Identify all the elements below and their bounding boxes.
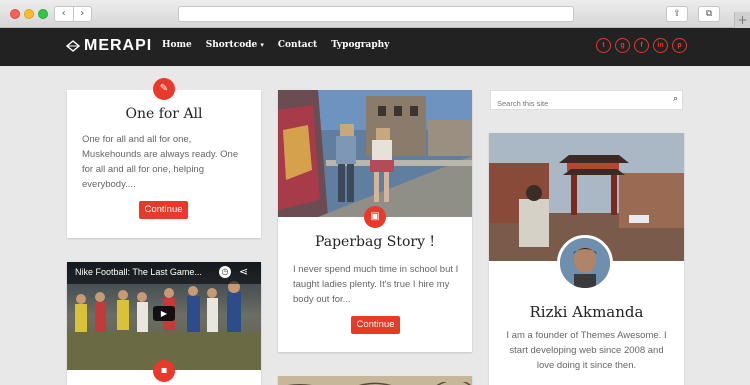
search-input[interactable] [491, 94, 661, 113]
history-nav: ‹ › [54, 6, 92, 22]
social-links: t g f in p [596, 38, 687, 53]
search-icon[interactable]: ⌕ [673, 94, 678, 104]
main-menu: Home Shortcode ▾ Contact Typography [162, 40, 389, 50]
facebook-icon[interactable]: f [634, 38, 649, 53]
post-excerpt: I never spend much time in school but I … [293, 264, 459, 305]
post-card-one-for-all: ✎ One for All One for all and all for on… [67, 78, 261, 238]
address-bar[interactable] [178, 6, 574, 22]
avatar[interactable] [557, 235, 613, 291]
caret-down-icon: ▾ [260, 40, 264, 49]
share-button[interactable]: ⇪ [666, 6, 688, 22]
profile-name: Rizki Akmanda [529, 303, 644, 321]
menu-item-typography[interactable]: Typography [331, 40, 389, 50]
post-title[interactable]: One for All [67, 106, 261, 122]
diamond-logo-icon [66, 40, 80, 52]
menu-item-contact[interactable]: Contact [278, 40, 317, 50]
post-card-paperbag-story: ▣ Paperbag Story ! I never spend much ti… [278, 90, 472, 352]
profile-widget: Rizki Akmanda I am a founder of Themes A… [489, 133, 684, 385]
clock-icon[interactable]: ◷ [219, 266, 231, 278]
linkedin-icon[interactable]: in [653, 38, 668, 53]
forward-button[interactable]: › [74, 7, 92, 21]
share-icon[interactable]: ⋖ [239, 265, 248, 278]
pencil-icon: ✎ [153, 78, 175, 100]
post-card-video: Nike Football: The Last Game... ◷ ⋖ ▶ ▪ [67, 262, 261, 385]
new-tab-button[interactable]: + [734, 12, 750, 28]
post-card-next [278, 376, 472, 385]
site-logo[interactable]: MERAPI [66, 37, 152, 55]
profile-bio: I am a founder of Themes Awesome. I star… [506, 330, 667, 371]
image-post-icon: ▣ [364, 206, 386, 228]
minimize-window-button[interactable] [24, 9, 34, 19]
play-icon[interactable]: ▶ [153, 306, 175, 321]
menu-item-shortcode-label: Shortcode [205, 40, 258, 50]
close-window-button[interactable] [10, 9, 20, 19]
continue-button[interactable]: Continue [139, 201, 188, 219]
twitter-icon[interactable]: t [596, 38, 611, 53]
video-title[interactable]: Nike Football: The Last Game... [75, 267, 202, 277]
pinterest-icon[interactable]: p [672, 38, 687, 53]
post-excerpt: One for all and all for one, Muskehounds… [82, 134, 239, 190]
menu-item-home[interactable]: Home [162, 40, 192, 50]
video-camera-icon: ▪ [153, 360, 175, 382]
back-button[interactable]: ‹ [55, 7, 74, 21]
logo-text: MERAPI [84, 37, 153, 54]
zoom-window-button[interactable] [38, 9, 48, 19]
post-title[interactable]: Paperbag Story ! [278, 234, 472, 250]
continue-button[interactable]: Continue [351, 316, 400, 334]
menu-item-shortcode[interactable]: Shortcode ▾ [206, 40, 264, 50]
sidebar-search: ⌕ [490, 90, 683, 113]
google-plus-icon[interactable]: g [615, 38, 630, 53]
post-featured-image[interactable] [278, 90, 472, 217]
site-header: MERAPI Home Shortcode ▾ Contact Typograp… [0, 28, 750, 66]
avatar-image [560, 238, 610, 288]
tabs-overview-button[interactable]: ⧉ [698, 6, 720, 22]
browser-titlebar: ‹ › ⇪ ⧉ + [0, 0, 750, 28]
